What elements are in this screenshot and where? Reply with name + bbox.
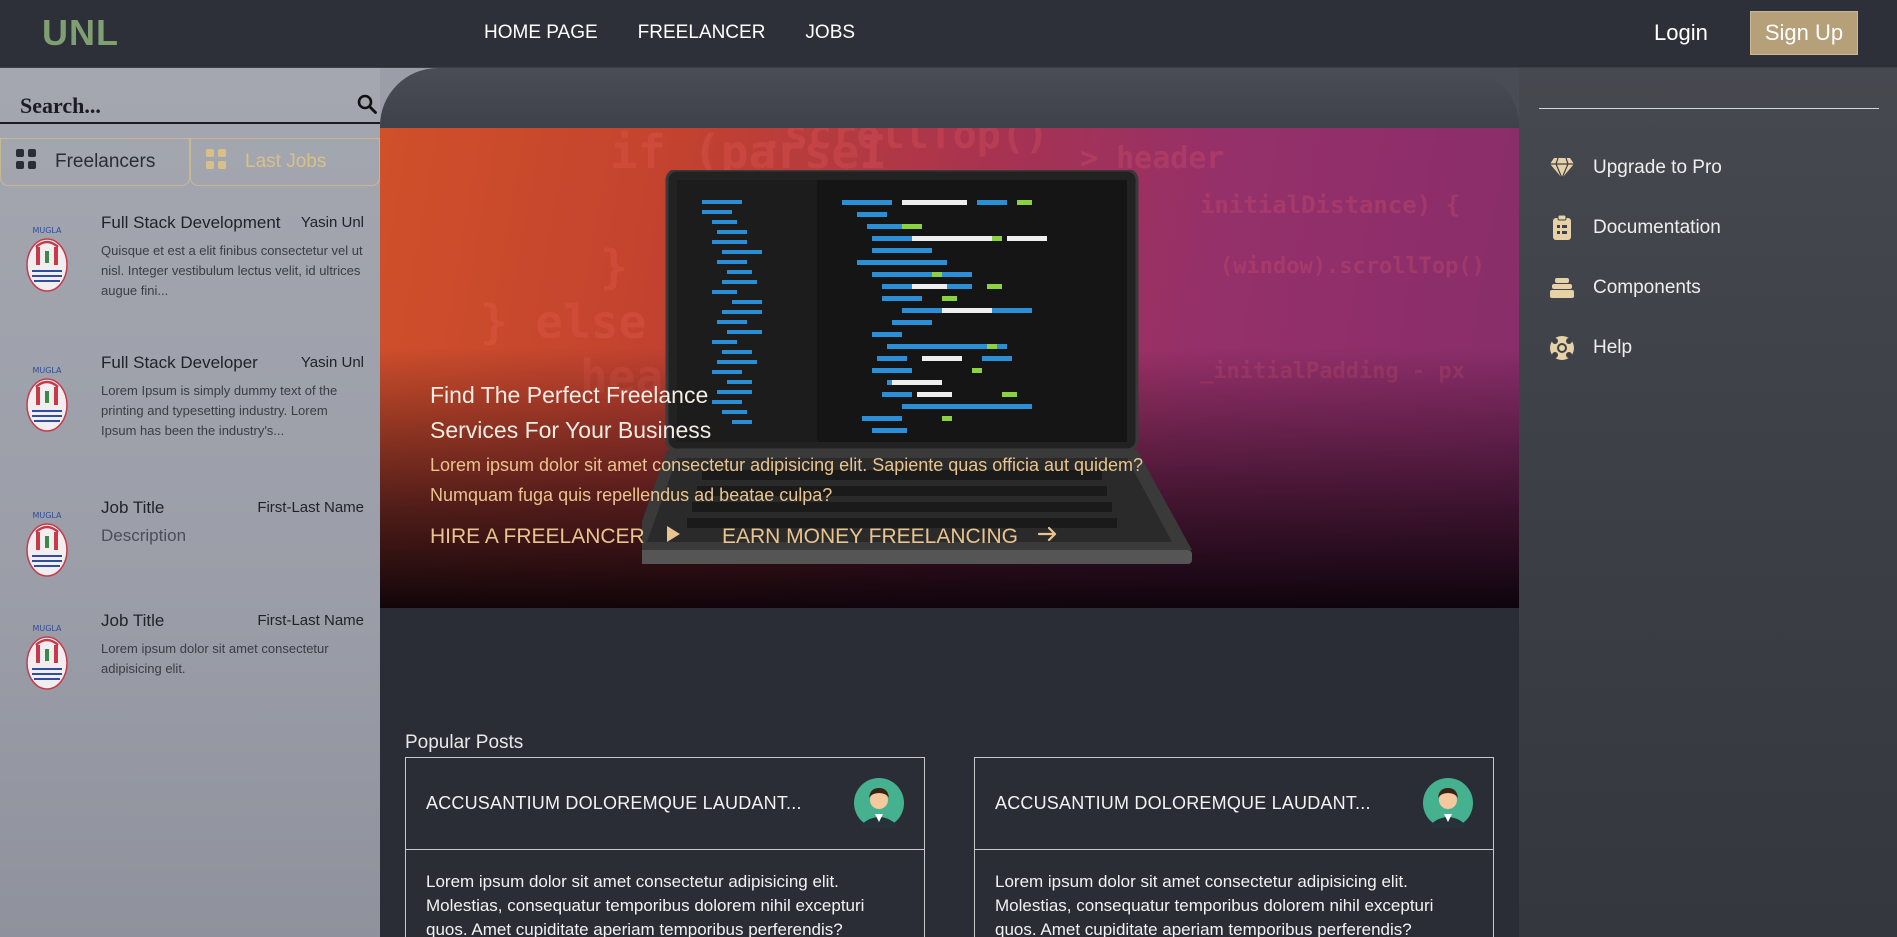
tab-freelancers[interactable]: Freelancers [0, 138, 190, 186]
top-navbar: UNL HOME PAGE FREELANCER JOBS Login Sign… [0, 0, 1897, 68]
left-sidebar: Freelancers Last Jobs MUGLA [0, 68, 380, 937]
grid-icon [205, 148, 227, 176]
popular-posts-heading: Popular Posts [405, 732, 524, 753]
right-sidebar: Upgrade to Pro Documentation Components … [1519, 68, 1897, 937]
svg-text:initialDistance) {: initialDistance) { [1200, 191, 1460, 219]
menu-item-label: Components [1593, 277, 1701, 298]
menu-item-help[interactable]: Help [1549, 318, 1722, 378]
menu-item-documentation[interactable]: Documentation [1549, 198, 1722, 258]
main-nav: HOME PAGE FREELANCER JOBS [484, 22, 855, 44]
main-content: if (parseI .scrollTop() > header h } } e… [380, 68, 1519, 937]
tab-label: Freelancers [55, 151, 156, 172]
laptop-illustration [642, 170, 1192, 564]
sidebar-tabs: Freelancers Last Jobs [0, 138, 380, 186]
tab-label: Last Jobs [245, 151, 327, 172]
play-icon [665, 525, 681, 549]
clipboard-icon [1549, 215, 1575, 241]
post-card[interactable]: ACCUSANTIUM DOLOREMQUE LAUDANT... Lorem … [405, 757, 925, 937]
avatar [1423, 778, 1473, 833]
nav-freelancer[interactable]: FREELANCER [638, 22, 766, 44]
post-card[interactable]: ACCUSANTIUM DOLOREMQUE LAUDANT... Lorem … [974, 757, 1494, 937]
earn-money-button[interactable]: EARN MONEY FREELANCING [722, 525, 1058, 549]
job-author: Yasin Unl [300, 354, 364, 371]
login-link[interactable]: Login [1654, 20, 1708, 46]
svg-text:MUGLA: MUGLA [32, 511, 62, 520]
university-logo: MUGLA [24, 621, 70, 701]
hire-freelancer-button[interactable]: HIRE A FREELANCER [430, 525, 681, 549]
right-menu: Upgrade to Pro Documentation Components … [1549, 138, 1722, 378]
university-logo: MUGLA [24, 363, 70, 443]
hero-title: Find The Perfect Freelance Services For … [430, 382, 712, 443]
svg-text:(window).scrollTop(): (window).scrollTop() [1220, 254, 1485, 279]
menu-item-label: Upgrade to Pro [1593, 157, 1722, 178]
job-title: Full Stack Developer [101, 353, 258, 372]
menu-item-label: Documentation [1593, 217, 1721, 238]
svg-text:MUGLA: MUGLA [32, 624, 62, 633]
university-logo: MUGLA [24, 508, 70, 588]
grid-icon [15, 148, 37, 176]
svg-text:MUGLA: MUGLA [32, 226, 62, 235]
menu-item-label: Help [1593, 337, 1633, 358]
job-author: Yasin Unl [300, 214, 364, 231]
university-logo: MUGLA [24, 223, 70, 303]
job-title: Full Stack Development [101, 213, 281, 232]
job-title: Job Title [101, 611, 165, 630]
post-body: Lorem ipsum dolor sit amet consectetur a… [995, 872, 1434, 937]
job-description: Quisque et est a elit finibus consectetu… [101, 243, 363, 298]
job-description: Description [101, 526, 187, 545]
job-author: First-Last Name [257, 612, 364, 629]
diamond-icon [1549, 155, 1575, 181]
post-header: ACCUSANTIUM DOLOREMQUE LAUDANT... [406, 758, 924, 850]
hero-banner: if (parseI .scrollTop() > header h } } e… [380, 128, 1519, 608]
job-title: Job Title [101, 498, 165, 517]
search-input[interactable] [20, 90, 340, 122]
hire-freelancer-label: HIRE A FREELANCER [430, 525, 645, 548]
lifebuoy-icon [1549, 335, 1575, 361]
signup-button[interactable]: Sign Up [1750, 11, 1858, 55]
divider [1539, 108, 1879, 109]
search-bar [0, 90, 380, 124]
svg-text:MUGLA: MUGLA [32, 366, 62, 375]
avatar [854, 778, 904, 833]
earn-money-label: EARN MONEY FREELANCING [722, 525, 1018, 548]
post-title[interactable]: ACCUSANTIUM DOLOREMQUE LAUDANT... [426, 793, 802, 814]
menu-item-components[interactable]: Components [1549, 258, 1722, 318]
tab-last-jobs[interactable]: Last Jobs [190, 138, 380, 186]
brand-logo[interactable]: UNL [42, 12, 119, 54]
nav-home-page[interactable]: HOME PAGE [484, 22, 598, 44]
svg-text:}: } [600, 240, 628, 294]
job-author: First-Last Name [257, 499, 364, 516]
hero-text: Lorem ipsum dolor sit amet consectetur a… [430, 455, 1144, 505]
search-icon[interactable] [357, 94, 377, 119]
menu-item-upgrade[interactable]: Upgrade to Pro [1549, 138, 1722, 198]
svg-text:.scrollTop(): .scrollTop() [760, 128, 1049, 158]
job-description: Lorem ipsum dolor sit amet consectetur a… [101, 641, 329, 676]
post-header: ACCUSANTIUM DOLOREMQUE LAUDANT... [975, 758, 1493, 850]
layers-icon [1549, 275, 1575, 301]
post-body: Lorem ipsum dolor sit amet consectetur a… [426, 872, 865, 937]
post-title[interactable]: ACCUSANTIUM DOLOREMQUE LAUDANT... [995, 793, 1371, 814]
job-description: Lorem Ipsum is simply dummy text of the … [101, 383, 338, 438]
arrow-right-icon [1037, 525, 1058, 549]
nav-jobs[interactable]: JOBS [805, 22, 855, 44]
